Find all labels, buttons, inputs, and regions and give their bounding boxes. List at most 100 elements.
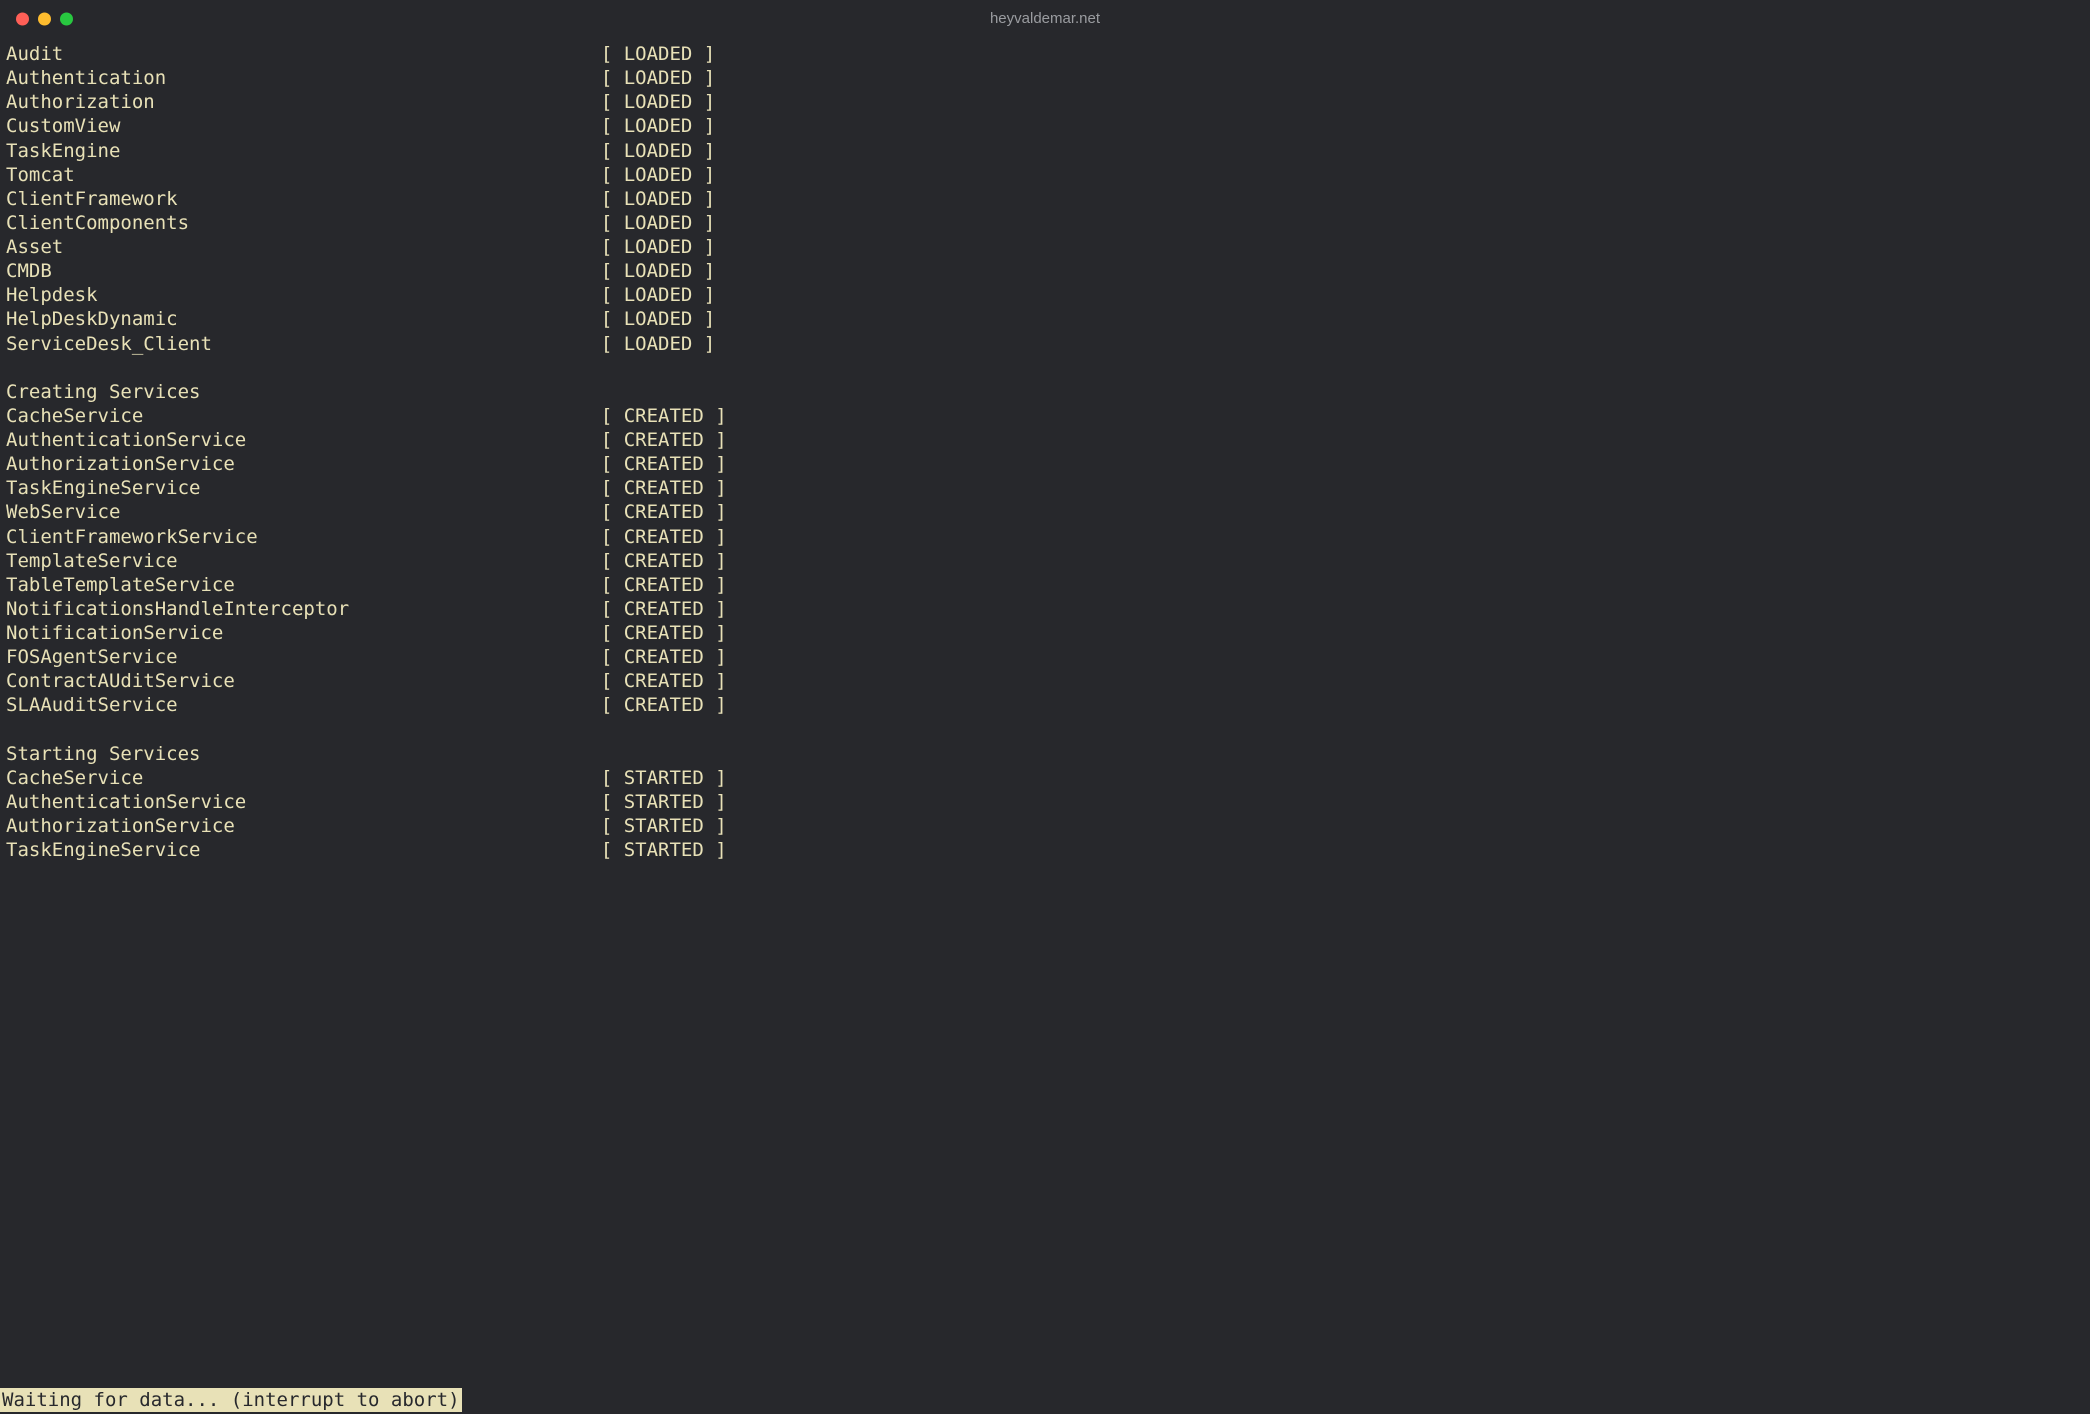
log-line: CacheService [ CREATED ]: [6, 404, 2084, 428]
service-status: [ CREATED ]: [601, 526, 727, 548]
log-line: ClientFramework [ LOADED ]: [6, 187, 2084, 211]
service-name: NotificationService: [6, 622, 601, 644]
service-name: TableTemplateService: [6, 574, 601, 596]
log-line: Authentication [ LOADED ]: [6, 66, 2084, 90]
log-line: AuthenticationService [ CREATED ]: [6, 428, 2084, 452]
service-name: TaskEngineService: [6, 477, 601, 499]
blank-line: [6, 356, 2084, 380]
log-line: ContractAUditService [ CREATED ]: [6, 669, 2084, 693]
service-name: AuthorizationService: [6, 815, 601, 837]
log-line: NotificationService [ CREATED ]: [6, 621, 2084, 645]
service-name: CMDB: [6, 260, 601, 282]
service-status: [ LOADED ]: [601, 284, 715, 306]
minimize-icon[interactable]: [38, 13, 51, 26]
section-header: Creating Services: [6, 380, 2084, 404]
service-status: [ LOADED ]: [601, 333, 715, 355]
service-status: [ CREATED ]: [601, 574, 727, 596]
service-status: [ LOADED ]: [601, 260, 715, 282]
service-name: AuthorizationService: [6, 453, 601, 475]
log-line: TaskEngineService [ STARTED ]: [6, 838, 2084, 862]
service-name: Audit: [6, 43, 601, 65]
service-status: [ CREATED ]: [601, 598, 727, 620]
window-title: heyvaldemar.net: [990, 9, 1100, 28]
log-line: CMDB [ LOADED ]: [6, 259, 2084, 283]
service-name: ClientComponents: [6, 212, 601, 234]
service-status: [ CREATED ]: [601, 477, 727, 499]
service-status: [ LOADED ]: [601, 164, 715, 186]
service-status: [ LOADED ]: [601, 115, 715, 137]
terminal-window: heyvaldemar.net Audit [ LOADED ]Authenti…: [0, 0, 2090, 1414]
log-line: TableTemplateService [ CREATED ]: [6, 573, 2084, 597]
service-name: ClientFrameworkService: [6, 526, 601, 548]
log-line: AuthorizationService [ CREATED ]: [6, 452, 2084, 476]
service-name: HelpDeskDynamic: [6, 308, 601, 330]
service-status: [ LOADED ]: [601, 43, 715, 65]
service-name: SLAAuditService: [6, 694, 601, 716]
service-status: [ CREATED ]: [601, 501, 727, 523]
log-line: Tomcat [ LOADED ]: [6, 163, 2084, 187]
log-line: AuthenticationService [ STARTED ]: [6, 790, 2084, 814]
log-line: Helpdesk [ LOADED ]: [6, 283, 2084, 307]
service-status: [ STARTED ]: [601, 839, 727, 861]
service-status: [ CREATED ]: [601, 453, 727, 475]
status-line: Waiting for data... (interrupt to abort): [0, 1388, 462, 1412]
log-line: Asset [ LOADED ]: [6, 235, 2084, 259]
service-name: TaskEngine: [6, 140, 601, 162]
service-status: [ LOADED ]: [601, 67, 715, 89]
service-name: ClientFramework: [6, 188, 601, 210]
service-name: Asset: [6, 236, 601, 258]
service-status: [ CREATED ]: [601, 670, 727, 692]
log-line: WebService [ CREATED ]: [6, 500, 2084, 524]
service-name: Authorization: [6, 91, 601, 113]
service-name: AuthenticationService: [6, 791, 601, 813]
service-name: ServiceDesk_Client: [6, 333, 601, 355]
service-name: TemplateService: [6, 550, 601, 572]
service-name: AuthenticationService: [6, 429, 601, 451]
log-line: HelpDeskDynamic [ LOADED ]: [6, 307, 2084, 331]
log-line: TaskEngineService [ CREATED ]: [6, 476, 2084, 500]
service-status: [ STARTED ]: [601, 815, 727, 837]
service-name: Tomcat: [6, 164, 601, 186]
window-titlebar: heyvaldemar.net: [0, 0, 2090, 38]
service-name: NotificationsHandleInterceptor: [6, 598, 601, 620]
service-status: [ LOADED ]: [601, 188, 715, 210]
log-line: Authorization [ LOADED ]: [6, 90, 2084, 114]
service-status: [ STARTED ]: [601, 791, 727, 813]
close-icon[interactable]: [16, 13, 29, 26]
log-line: ClientFrameworkService [ CREATED ]: [6, 525, 2084, 549]
log-line: CustomView [ LOADED ]: [6, 114, 2084, 138]
service-status: [ STARTED ]: [601, 767, 727, 789]
service-status: [ CREATED ]: [601, 646, 727, 668]
log-line: FOSAgentService [ CREATED ]: [6, 645, 2084, 669]
log-line: SLAAuditService [ CREATED ]: [6, 693, 2084, 717]
service-name: CacheService: [6, 405, 601, 427]
service-name: CustomView: [6, 115, 601, 137]
service-name: WebService: [6, 501, 601, 523]
service-status: [ CREATED ]: [601, 429, 727, 451]
service-status: [ CREATED ]: [601, 550, 727, 572]
log-line: TaskEngine [ LOADED ]: [6, 139, 2084, 163]
log-line: ServiceDesk_Client [ LOADED ]: [6, 332, 2084, 356]
service-status: [ LOADED ]: [601, 91, 715, 113]
zoom-icon[interactable]: [60, 13, 73, 26]
section-header: Starting Services: [6, 742, 2084, 766]
service-status: [ LOADED ]: [601, 308, 715, 330]
log-line: TemplateService [ CREATED ]: [6, 549, 2084, 573]
service-status: [ LOADED ]: [601, 212, 715, 234]
service-name: Helpdesk: [6, 284, 601, 306]
terminal-output[interactable]: Audit [ LOADED ]Authentication [ LOADED …: [0, 38, 2090, 1388]
service-name: ContractAUditService: [6, 670, 601, 692]
log-line: AuthorizationService [ STARTED ]: [6, 814, 2084, 838]
service-name: Authentication: [6, 67, 601, 89]
service-name: FOSAgentService: [6, 646, 601, 668]
log-line: NotificationsHandleInterceptor [ CREATED…: [6, 597, 2084, 621]
service-name: CacheService: [6, 767, 601, 789]
log-line: ClientComponents [ LOADED ]: [6, 211, 2084, 235]
service-status: [ CREATED ]: [601, 694, 727, 716]
service-status: [ LOADED ]: [601, 236, 715, 258]
log-line: Audit [ LOADED ]: [6, 42, 2084, 66]
window-controls: [16, 13, 73, 26]
service-name: TaskEngineService: [6, 839, 601, 861]
service-status: [ CREATED ]: [601, 622, 727, 644]
service-status: [ CREATED ]: [601, 405, 727, 427]
